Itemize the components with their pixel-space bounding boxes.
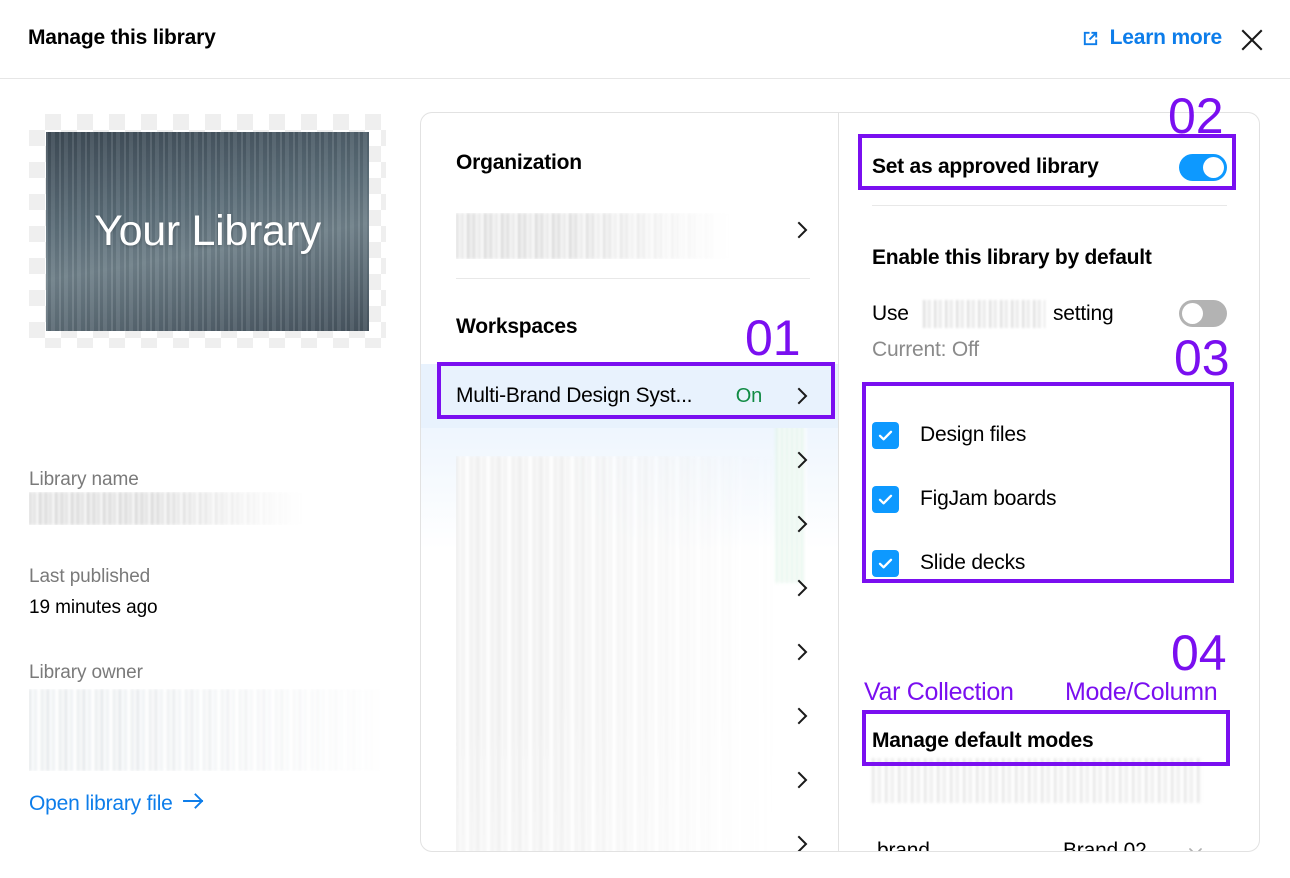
modes-table-header-redacted — [872, 758, 1202, 803]
open-library-file-link[interactable]: Open library file — [29, 792, 206, 816]
checkbox-label: FigJam boards — [920, 487, 1057, 510]
set-approved-library-label: Set as approved library — [872, 155, 1099, 178]
workspace-row[interactable] — [421, 812, 839, 851]
settings-divider — [872, 205, 1227, 206]
checkbox-row-design-files[interactable]: Design files — [872, 403, 1227, 467]
checkbox-row-slide-decks[interactable]: Slide decks — [872, 531, 1227, 595]
checkbox-checked-icon[interactable] — [872, 549, 899, 577]
workspace-status-badge: On — [735, 384, 762, 407]
use-setting-toggle[interactable] — [1179, 300, 1227, 327]
arrow-right-icon — [182, 792, 206, 816]
library-name-label: Library name — [29, 469, 139, 490]
library-cover-label: Your Library — [94, 207, 321, 255]
checkbox-checked-icon[interactable] — [872, 485, 899, 513]
chevron-down-icon[interactable] — [1187, 843, 1204, 851]
workspace-row-selected[interactable]: Multi-Brand Design Syst... On — [421, 364, 839, 428]
organization-row[interactable] — [421, 199, 839, 261]
workspace-row[interactable] — [421, 428, 839, 492]
workspace-row[interactable] — [421, 492, 839, 556]
default-mode-row[interactable]: brand Brand 02 — [866, 825, 1226, 852]
checkbox-row-figjam-boards[interactable]: FigJam boards — [872, 467, 1227, 531]
dialog-header: Manage this library Learn more — [0, 0, 1290, 79]
enable-by-default-heading: Enable this library by default — [872, 246, 1152, 269]
use-setting-prefix: Use — [872, 302, 909, 325]
current-status-text: Current: Off — [872, 338, 979, 361]
workspaces-heading: Workspaces — [456, 315, 578, 338]
variable-collection-name: brand — [877, 839, 930, 852]
chevron-right-icon — [794, 579, 812, 597]
manage-default-modes-heading: Manage default modes — [872, 729, 1094, 752]
chevron-right-icon — [794, 451, 812, 469]
mode-value: Brand 02 — [1063, 839, 1147, 852]
library-info-panel: Your Library Library name Last published… — [0, 79, 420, 878]
chevron-right-icon — [794, 515, 812, 533]
set-approved-library-row[interactable]: Set as approved library — [872, 144, 1227, 190]
learn-more-link[interactable]: Learn more — [1081, 26, 1222, 50]
toggle-knob — [1182, 303, 1203, 324]
close-icon[interactable] — [1238, 26, 1266, 54]
library-name-value-redacted — [29, 492, 303, 525]
open-library-file-label: Open library file — [29, 792, 173, 815]
last-published-value: 19 minutes ago — [29, 597, 158, 618]
last-published-label: Last published — [29, 566, 151, 587]
external-link-icon — [1081, 29, 1100, 48]
workspace-row[interactable] — [421, 556, 839, 620]
organization-name-redacted — [456, 213, 730, 259]
toggle-knob — [1203, 156, 1224, 178]
library-cover-image: Your Library — [46, 132, 369, 331]
chevron-right-icon — [794, 643, 812, 661]
workspace-row[interactable] — [421, 684, 839, 748]
library-owner-label: Library owner — [29, 662, 143, 683]
chevron-right-icon — [794, 835, 812, 851]
use-setting-row[interactable]: Use setting — [872, 300, 1227, 330]
manage-library-dialog: Manage this library Learn more Your Libr… — [0, 0, 1290, 878]
library-owner-value-redacted — [29, 689, 383, 771]
checkbox-checked-icon[interactable] — [872, 421, 899, 449]
chevron-right-icon — [794, 221, 812, 239]
library-thumbnail: Your Library — [29, 114, 386, 348]
file-types-checkbox-group: Design files FigJam boards Slide decks — [872, 403, 1227, 595]
learn-more-label: Learn more — [1109, 26, 1223, 49]
scope-panel: Organization Workspaces Multi-Brand Desi… — [420, 112, 839, 852]
chevron-right-icon — [794, 387, 812, 405]
workspace-name: Multi-Brand Design Syst... — [456, 384, 693, 407]
checkbox-label: Design files — [920, 423, 1027, 446]
checkbox-label: Slide decks — [920, 551, 1026, 574]
chevron-right-icon — [794, 771, 812, 789]
chevron-right-icon — [794, 707, 812, 725]
library-settings-panel: Set as approved library Enable this libr… — [839, 112, 1260, 852]
use-setting-scope-redacted — [923, 300, 1045, 328]
page-title: Manage this library — [28, 26, 216, 49]
set-approved-library-toggle[interactable] — [1179, 153, 1227, 181]
use-setting-suffix: setting — [1053, 302, 1114, 325]
organization-heading: Organization — [456, 151, 582, 174]
section-divider — [456, 278, 810, 279]
workspace-row[interactable] — [421, 620, 839, 684]
workspace-row[interactable] — [421, 748, 839, 812]
